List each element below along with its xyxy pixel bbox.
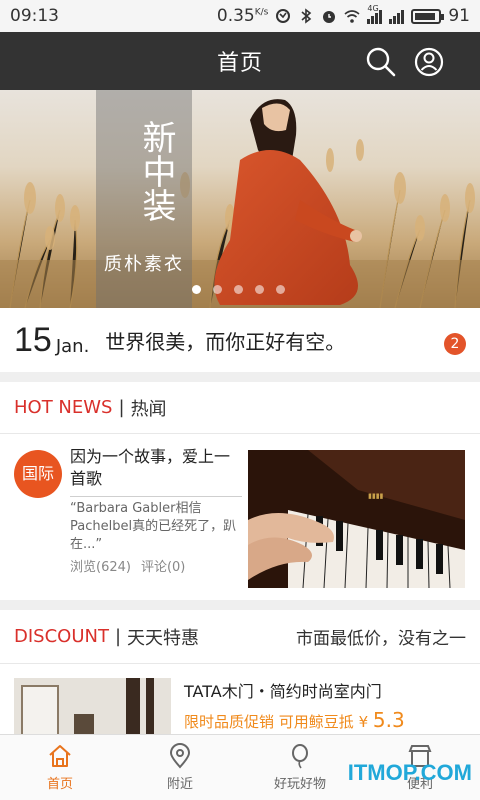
news-category-badge: 国际 — [14, 450, 62, 498]
network-type-label: 4G — [367, 4, 379, 13]
carousel-dot[interactable] — [255, 285, 264, 294]
banner-carousel[interactable]: 新中装 质朴素衣 — [0, 90, 480, 308]
svg-text:▮▮▮▮: ▮▮▮▮ — [368, 493, 384, 500]
door-image — [14, 678, 171, 734]
carousel-indicators — [192, 285, 285, 294]
signal-icon — [389, 8, 405, 24]
battery-icon — [411, 8, 445, 24]
home-icon — [49, 745, 71, 767]
hot-news-title-cn: 热闻 — [130, 398, 167, 420]
app-header: 首页 — [0, 32, 480, 90]
date-day: 15 — [14, 320, 52, 359]
deal-promo: 限时品质促销 可用鲸豆抵 ¥ 5.3 — [184, 708, 405, 732]
status-time: 09:13 — [10, 6, 59, 26]
banner-image — [0, 99, 480, 308]
discount-title-cn: 天天特惠 — [127, 627, 200, 649]
daily-quote-row[interactable]: 15 Jan. 世界很美，而你正好有空。 2 — [0, 308, 480, 372]
section-separator: | — [118, 397, 125, 418]
discount-slogan: 市面最低价，没有之一 — [296, 629, 466, 649]
deal-price: 5.3 — [372, 708, 405, 732]
deal-thumbnail[interactable] — [14, 678, 171, 734]
banner-calligraphy-title: 新中装 — [136, 120, 176, 222]
balloon-icon — [292, 744, 308, 769]
carousel-dot[interactable] — [276, 285, 285, 294]
tab-nearby-label: 附近 — [166, 777, 193, 792]
notification-badge[interactable]: 2 — [444, 333, 466, 355]
hot-news-title-en: HOT NEWS — [14, 397, 113, 418]
daily-quote: 世界很美，而你正好有空。 — [105, 329, 346, 354]
piano-image: ▮▮▮▮ — [248, 450, 465, 588]
status-icons: 0.35K/s 4G 91 — [217, 4, 470, 26]
date-month: Jan. — [55, 335, 90, 357]
divider — [0, 600, 480, 610]
tab-home[interactable]: 首页 — [0, 735, 120, 800]
discount-title-en: DISCOUNT — [14, 626, 109, 647]
news-views: 浏览(624) — [70, 560, 131, 575]
network-speed-unit: K/s — [254, 7, 269, 18]
hd-call-icon — [276, 9, 291, 23]
tab-fun-stuff[interactable]: 好玩好物 — [240, 735, 360, 800]
news-item[interactable]: 国际 因为一个故事，爱上一首歌 “Barbara Gabler相信Pachelb… — [0, 436, 480, 600]
tab-home-label: 首页 — [46, 777, 73, 792]
tab-fun-stuff-label: 好玩好物 — [273, 777, 326, 792]
bluetooth-icon — [301, 8, 312, 24]
deal-currency: ¥ — [358, 713, 369, 731]
deal-promo-text: 限时品质促销 可用鲸豆抵 — [184, 713, 354, 731]
network-speed-value: 0.35 — [216, 6, 255, 26]
location-pin-icon — [169, 743, 191, 769]
user-button[interactable] — [412, 45, 446, 79]
section-separator: | — [114, 626, 122, 647]
carousel-dot[interactable] — [213, 285, 222, 294]
divider — [0, 372, 480, 382]
news-stats: 浏览(624) 评论(0) — [70, 556, 185, 575]
status-bar: 09:13 0.35K/s 4G 91 — [0, 0, 480, 32]
news-thumbnail[interactable]: ▮▮▮▮ — [248, 450, 465, 588]
hot-news-header[interactable]: HOT NEWS | 热闻 — [0, 382, 480, 434]
news-headline[interactable]: 因为一个故事，爱上一首歌 — [70, 446, 242, 497]
alarm-icon — [323, 11, 336, 23]
page-title: 首页 — [216, 51, 263, 76]
carousel-dot[interactable] — [192, 285, 201, 294]
deal-name[interactable]: TATA木门・简约时尚室内门 — [184, 678, 382, 702]
carousel-dot[interactable] — [234, 285, 243, 294]
battery-percent: 91 — [448, 6, 470, 26]
signal-4g-icon: 4G — [367, 4, 383, 24]
discount-header[interactable]: DISCOUNT | 天天特惠 市面最低价，没有之一 — [0, 610, 480, 664]
watermark-logo: ITMOP.COM — [347, 760, 472, 785]
deal-item[interactable]: TATA木门・简约时尚室内门 限时品质促销 可用鲸豆抵 ¥ 5.3 — [0, 664, 480, 734]
banner-text-panel: 新中装 质朴素衣 — [96, 90, 192, 308]
tab-nearby[interactable]: 附近 — [120, 735, 240, 800]
user-icon — [414, 47, 444, 77]
news-excerpt: “Barbara Gabler相信Pachelbel真的已经死了，趴在...” — [70, 501, 237, 552]
network-speed: 0.35K/s — [217, 6, 268, 26]
banner-calligraphy-subtitle: 质朴素衣 — [104, 254, 184, 275]
search-button[interactable] — [364, 45, 398, 79]
search-icon — [366, 47, 396, 77]
battery-fill — [415, 12, 436, 20]
wifi-icon — [344, 10, 360, 23]
news-comments[interactable]: 评论(0) — [141, 556, 185, 575]
